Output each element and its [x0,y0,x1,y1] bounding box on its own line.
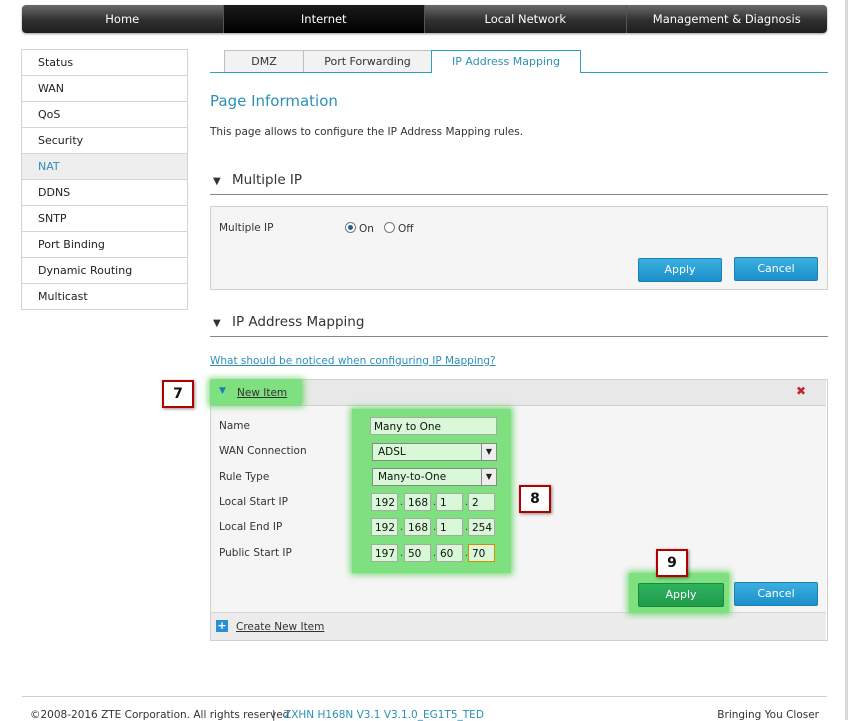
public-start-ip-octet-3[interactable]: 60 [436,544,463,562]
footer: ©2008-2016 ZTE Corporation. All rights r… [22,696,827,721]
name-label: Name [219,420,250,432]
sidebar-item-wan[interactable]: WAN [22,76,187,102]
local-end-ip-octet-4[interactable]: 254 [468,518,495,536]
wan-connection-label: WAN Connection [219,445,307,457]
footer-copyright: ©2008-2016 ZTE Corporation. All rights r… [30,709,290,721]
multiple-ip-cancel-button[interactable]: Cancel [734,257,818,281]
create-new-item-link[interactable]: Create New Item [236,621,324,633]
public-start-ip-octet-2[interactable]: 50 [404,544,431,562]
close-icon[interactable]: ✖ [796,384,806,398]
new-item-link[interactable]: New Item [237,387,287,399]
local-end-ip-octet-1[interactable]: 192 [371,518,398,536]
item-cancel-button[interactable]: Cancel [734,582,818,606]
footer-slogan: Bringing You Closer [717,709,819,721]
multiple-ip-label: Multiple IP [219,222,274,234]
dropdown-arrow-icon[interactable]: ▼ [481,469,496,485]
nav-home[interactable]: Home [22,5,224,33]
plus-icon[interactable]: + [216,620,228,632]
dropdown-arrow-icon[interactable]: ▼ [481,444,496,460]
callout-step-9: 9 [656,549,688,577]
sidebar: Status WAN QoS Security NAT DDNS SNTP Po… [21,49,188,310]
rule-type-label: Rule Type [219,471,270,483]
sidebar-item-dynamic-routing[interactable]: Dynamic Routing [22,258,187,284]
tab-ip-address-mapping[interactable]: IP Address Mapping [431,50,581,73]
tab-dmz[interactable]: DMZ [224,50,304,72]
tab-bar: DMZ Port Forwarding IP Address Mapping [210,50,828,73]
help-link[interactable]: What should be noticed when configuring … [210,355,496,367]
sidebar-item-multicast[interactable]: Multicast [22,284,187,310]
nav-local-network[interactable]: Local Network [425,5,627,33]
footer-separator: | [272,709,276,721]
wan-connection-select[interactable]: ADSL ▼ [372,443,497,461]
sidebar-item-security[interactable]: Security [22,128,187,154]
radio-off[interactable] [384,222,395,233]
radio-off-label: Off [398,223,414,235]
multiple-ip-off-option[interactable]: Off [384,222,414,235]
local-start-ip-octet-2[interactable]: 168 [404,493,431,511]
top-navigation: Home Internet Local Network Management &… [22,5,827,33]
item-apply-button[interactable]: Apply [638,583,724,607]
page-title: Page Information [210,92,338,110]
section-ip-address-mapping[interactable]: ▼ IP Address Mapping [210,314,828,337]
collapse-triangle-icon: ▼ [213,176,221,187]
collapse-triangle-icon: ▼ [213,318,221,329]
section-title: Multiple IP [232,172,303,188]
expand-triangle-icon[interactable]: ▼ [219,386,226,396]
local-start-ip-octet-1[interactable]: 192 [371,493,398,511]
footer-version: ZXHN H168N V3.1 V3.1.0_EG1T5_TED [284,709,484,721]
local-end-ip-octet-2[interactable]: 168 [404,518,431,536]
sidebar-item-status[interactable]: Status [22,50,187,76]
callout-step-8: 8 [519,485,551,513]
rule-type-select[interactable]: Many-to-One ▼ [372,468,497,486]
nav-internet[interactable]: Internet [223,5,425,33]
tab-port-forwarding[interactable]: Port Forwarding [303,50,432,72]
local-start-ip-label: Local Start IP [219,496,288,508]
radio-on[interactable] [345,222,356,233]
public-start-ip-octet-1[interactable]: 197 [371,544,398,562]
page-description: This page allows to configure the IP Add… [210,126,524,138]
local-end-ip-label: Local End IP [219,521,283,533]
sidebar-item-qos[interactable]: QoS [22,102,187,128]
wan-connection-value: ADSL [378,446,406,458]
callout-step-7: 7 [162,380,194,408]
new-item-header [211,380,826,406]
multiple-ip-on-option[interactable]: On [345,222,374,235]
name-input[interactable]: Many to One [370,417,497,435]
public-start-ip-octet-4[interactable]: 70 [468,544,495,562]
nav-management-diagnosis[interactable]: Management & Diagnosis [627,5,828,33]
local-start-ip-octet-3[interactable]: 1 [436,493,463,511]
local-end-ip-octet-3[interactable]: 1 [436,518,463,536]
sidebar-item-ddns[interactable]: DDNS [22,180,187,206]
rule-type-value: Many-to-One [378,471,447,483]
radio-on-label: On [359,223,374,235]
sidebar-item-sntp[interactable]: SNTP [22,206,187,232]
sidebar-item-nat[interactable]: NAT [22,154,187,180]
public-start-ip-label: Public Start IP [219,547,292,559]
multiple-ip-apply-button[interactable]: Apply [638,258,722,282]
section-title: IP Address Mapping [232,314,365,330]
local-start-ip-octet-4[interactable]: 2 [468,493,495,511]
section-multiple-ip[interactable]: ▼ Multiple IP [210,172,828,195]
sidebar-item-port-binding[interactable]: Port Binding [22,232,187,258]
